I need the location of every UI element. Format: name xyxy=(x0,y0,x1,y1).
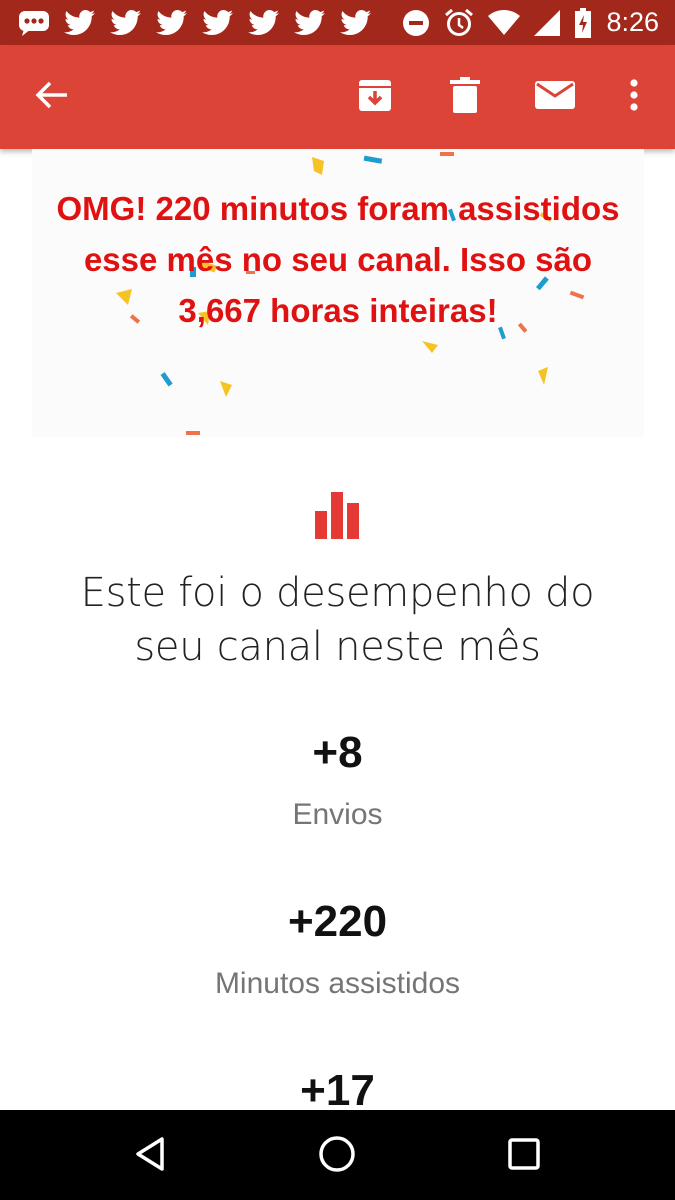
banner-line: OMG! 220 minutos foram assistidos xyxy=(56,190,620,227)
home-circle-icon xyxy=(318,1135,356,1178)
banner-line: esse mês no seu canal. Isso são xyxy=(83,241,593,278)
app-bar xyxy=(0,45,675,149)
back-button[interactable] xyxy=(30,75,74,119)
do-not-disturb-icon xyxy=(402,9,430,37)
wifi-icon xyxy=(488,9,521,36)
performance-headline: Este foi o desempenho do seu canal neste… xyxy=(0,566,675,674)
headline-line: Este foi o desempenho do xyxy=(80,570,595,616)
banner-message: OMG! 220 minutos foram assistidos esse m… xyxy=(32,183,644,336)
metric-value-uploads: +8 xyxy=(312,728,363,777)
twitter-icon xyxy=(110,9,142,36)
bar-chart-icon xyxy=(313,489,361,544)
alarm-icon xyxy=(444,8,474,38)
back-triangle-icon xyxy=(134,1136,166,1177)
messaging-icon xyxy=(18,9,50,37)
mark-unread-icon xyxy=(535,79,575,116)
nav-recents-button[interactable] xyxy=(500,1132,548,1180)
more-options-icon xyxy=(629,78,639,116)
nav-home-button[interactable] xyxy=(313,1132,361,1180)
metric-value-third: +17 xyxy=(300,1066,375,1115)
recents-square-icon xyxy=(507,1137,541,1176)
more-options-button[interactable] xyxy=(612,75,656,119)
metric-label-minutes-watched: Minutos assistidos xyxy=(214,967,461,1000)
twitter-icon xyxy=(294,9,326,36)
system-icons: 8:26 xyxy=(402,7,675,38)
metric-label-uploads: Envios xyxy=(292,798,383,831)
archive-button[interactable] xyxy=(353,75,397,119)
archive-icon xyxy=(357,77,393,118)
notification-icons xyxy=(0,9,372,37)
mark-unread-button[interactable] xyxy=(533,75,577,119)
twitter-icon xyxy=(340,9,372,36)
twitter-icon xyxy=(202,9,234,36)
twitter-icon xyxy=(248,9,280,36)
delete-button[interactable] xyxy=(443,75,487,119)
back-icon xyxy=(35,80,69,115)
clock: 8:26 xyxy=(606,7,659,37)
celebration-banner: OMG! 220 minutos foram assistidos esse m… xyxy=(32,149,644,437)
status-bar: 8:26 xyxy=(0,0,675,45)
twitter-icon xyxy=(156,9,188,36)
twitter-icon xyxy=(64,9,96,36)
navigation-bar xyxy=(0,1110,675,1200)
nav-back-button[interactable] xyxy=(126,1132,174,1180)
banner-line: 3,667 horas inteiras! xyxy=(178,292,498,329)
cell-signal-icon xyxy=(534,9,561,36)
delete-icon xyxy=(450,76,480,118)
headline-line: seu canal neste mês xyxy=(134,624,541,670)
metric-value-minutes-watched: +220 xyxy=(287,897,388,946)
battery-charging-icon xyxy=(574,7,592,38)
